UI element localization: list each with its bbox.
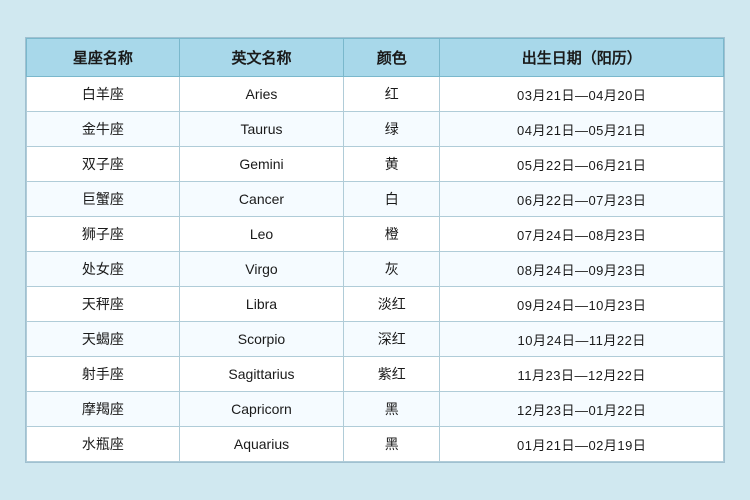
- header-birthdate: 出生日期（阳历）: [440, 39, 724, 77]
- cell-dates: 05月22日—06月21日: [440, 147, 724, 182]
- cell-chinese-name: 天蝎座: [27, 322, 180, 357]
- cell-chinese-name: 摩羯座: [27, 392, 180, 427]
- cell-color: 红: [344, 77, 440, 112]
- cell-color: 白: [344, 182, 440, 217]
- table-header-row: 星座名称 英文名称 颜色 出生日期（阳历）: [27, 39, 724, 77]
- cell-color: 深红: [344, 322, 440, 357]
- cell-english-name: Aquarius: [179, 427, 343, 462]
- cell-color: 黑: [344, 427, 440, 462]
- cell-chinese-name: 双子座: [27, 147, 180, 182]
- table-row: 摩羯座Capricorn黑12月23日—01月22日: [27, 392, 724, 427]
- cell-english-name: Leo: [179, 217, 343, 252]
- table-body: 白羊座Aries红03月21日—04月20日金牛座Taurus绿04月21日—0…: [27, 77, 724, 462]
- cell-english-name: Capricorn: [179, 392, 343, 427]
- table-row: 水瓶座Aquarius黑01月21日—02月19日: [27, 427, 724, 462]
- cell-chinese-name: 白羊座: [27, 77, 180, 112]
- cell-chinese-name: 处女座: [27, 252, 180, 287]
- cell-dates: 10月24日—11月22日: [440, 322, 724, 357]
- cell-dates: 07月24日—08月23日: [440, 217, 724, 252]
- cell-color: 紫红: [344, 357, 440, 392]
- cell-color: 橙: [344, 217, 440, 252]
- cell-dates: 12月23日—01月22日: [440, 392, 724, 427]
- table-row: 白羊座Aries红03月21日—04月20日: [27, 77, 724, 112]
- cell-english-name: Sagittarius: [179, 357, 343, 392]
- table-row: 天秤座Libra淡红09月24日—10月23日: [27, 287, 724, 322]
- header-chinese-name: 星座名称: [27, 39, 180, 77]
- cell-english-name: Virgo: [179, 252, 343, 287]
- cell-english-name: Cancer: [179, 182, 343, 217]
- cell-chinese-name: 天秤座: [27, 287, 180, 322]
- cell-chinese-name: 水瓶座: [27, 427, 180, 462]
- cell-color: 灰: [344, 252, 440, 287]
- table-row: 金牛座Taurus绿04月21日—05月21日: [27, 112, 724, 147]
- cell-english-name: Scorpio: [179, 322, 343, 357]
- cell-color: 黄: [344, 147, 440, 182]
- table-row: 射手座Sagittarius紫红11月23日—12月22日: [27, 357, 724, 392]
- cell-english-name: Aries: [179, 77, 343, 112]
- zodiac-table: 星座名称 英文名称 颜色 出生日期（阳历） 白羊座Aries红03月21日—04…: [26, 38, 724, 462]
- table-row: 双子座Gemini黄05月22日—06月21日: [27, 147, 724, 182]
- table-row: 巨蟹座Cancer白06月22日—07月23日: [27, 182, 724, 217]
- cell-english-name: Taurus: [179, 112, 343, 147]
- cell-english-name: Libra: [179, 287, 343, 322]
- table-row: 狮子座Leo橙07月24日—08月23日: [27, 217, 724, 252]
- cell-chinese-name: 金牛座: [27, 112, 180, 147]
- header-color: 颜色: [344, 39, 440, 77]
- cell-color: 黑: [344, 392, 440, 427]
- cell-dates: 09月24日—10月23日: [440, 287, 724, 322]
- cell-color: 绿: [344, 112, 440, 147]
- cell-dates: 04月21日—05月21日: [440, 112, 724, 147]
- table-row: 天蝎座Scorpio深红10月24日—11月22日: [27, 322, 724, 357]
- table-row: 处女座Virgo灰08月24日—09月23日: [27, 252, 724, 287]
- zodiac-table-container: 星座名称 英文名称 颜色 出生日期（阳历） 白羊座Aries红03月21日—04…: [25, 37, 725, 463]
- cell-dates: 11月23日—12月22日: [440, 357, 724, 392]
- cell-color: 淡红: [344, 287, 440, 322]
- cell-chinese-name: 巨蟹座: [27, 182, 180, 217]
- cell-chinese-name: 狮子座: [27, 217, 180, 252]
- cell-dates: 01月21日—02月19日: [440, 427, 724, 462]
- header-english-name: 英文名称: [179, 39, 343, 77]
- cell-dates: 06月22日—07月23日: [440, 182, 724, 217]
- cell-dates: 03月21日—04月20日: [440, 77, 724, 112]
- cell-chinese-name: 射手座: [27, 357, 180, 392]
- cell-english-name: Gemini: [179, 147, 343, 182]
- cell-dates: 08月24日—09月23日: [440, 252, 724, 287]
